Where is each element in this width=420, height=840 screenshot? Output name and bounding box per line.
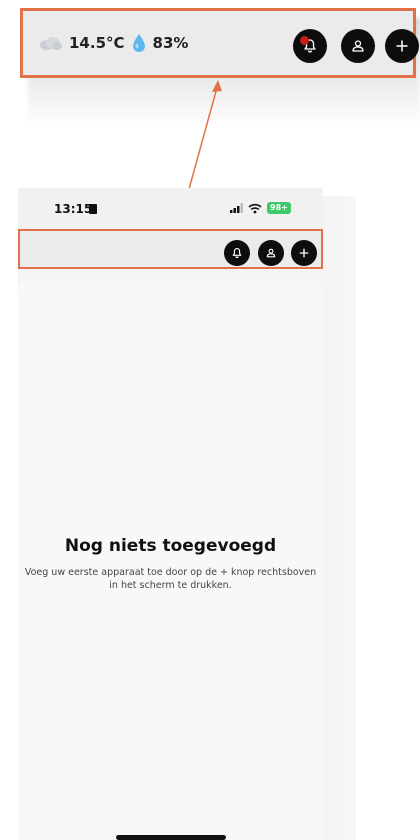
empty-state-line-2: in het scherm te drukken. (109, 580, 232, 591)
profile-button[interactable] (341, 29, 375, 63)
humidity-value: 83% (152, 34, 189, 52)
empty-state-line-1: Voeg uw eerste apparaat toe door op de +… (24, 567, 317, 578)
notifications-button-small[interactable] (224, 240, 250, 266)
home-indicator[interactable] (116, 835, 226, 840)
water-drop-icon (132, 34, 145, 52)
wifi-icon (248, 203, 262, 213)
profile-button-small[interactable] (258, 240, 284, 266)
status-time: 13:15 (54, 202, 93, 216)
app-header (18, 229, 323, 269)
plus-icon (299, 248, 309, 258)
user-icon (266, 248, 276, 258)
user-icon (352, 40, 364, 52)
bell-icon (232, 247, 242, 259)
zoomed-header-callout: 14.5°C 83% (20, 8, 419, 78)
empty-state-description: Voeg uw eerste apparaat toe door op de +… (18, 566, 323, 592)
cloud-icon (40, 37, 62, 50)
phone-screen: 13:15 98+ Nog niets toegevoegd Voeg uw e… (18, 188, 323, 840)
plus-icon (396, 40, 408, 52)
contact-card-icon (89, 204, 97, 214)
status-icons: 98+ (230, 202, 291, 214)
notification-badge (300, 36, 309, 45)
status-bar: 13:15 98+ (18, 188, 323, 230)
battery-indicator: 98+ (267, 202, 291, 214)
add-device-button-small[interactable] (291, 240, 317, 266)
weather-summary: 14.5°C 83% (39, 33, 188, 53)
temperature-value: 14.5°C (69, 34, 125, 52)
content-card (18, 279, 323, 840)
empty-state-title: Nog niets toegevoegd (64, 536, 277, 556)
notifications-button[interactable] (293, 29, 327, 63)
add-device-button[interactable] (385, 29, 419, 63)
signal-icon (230, 203, 243, 213)
